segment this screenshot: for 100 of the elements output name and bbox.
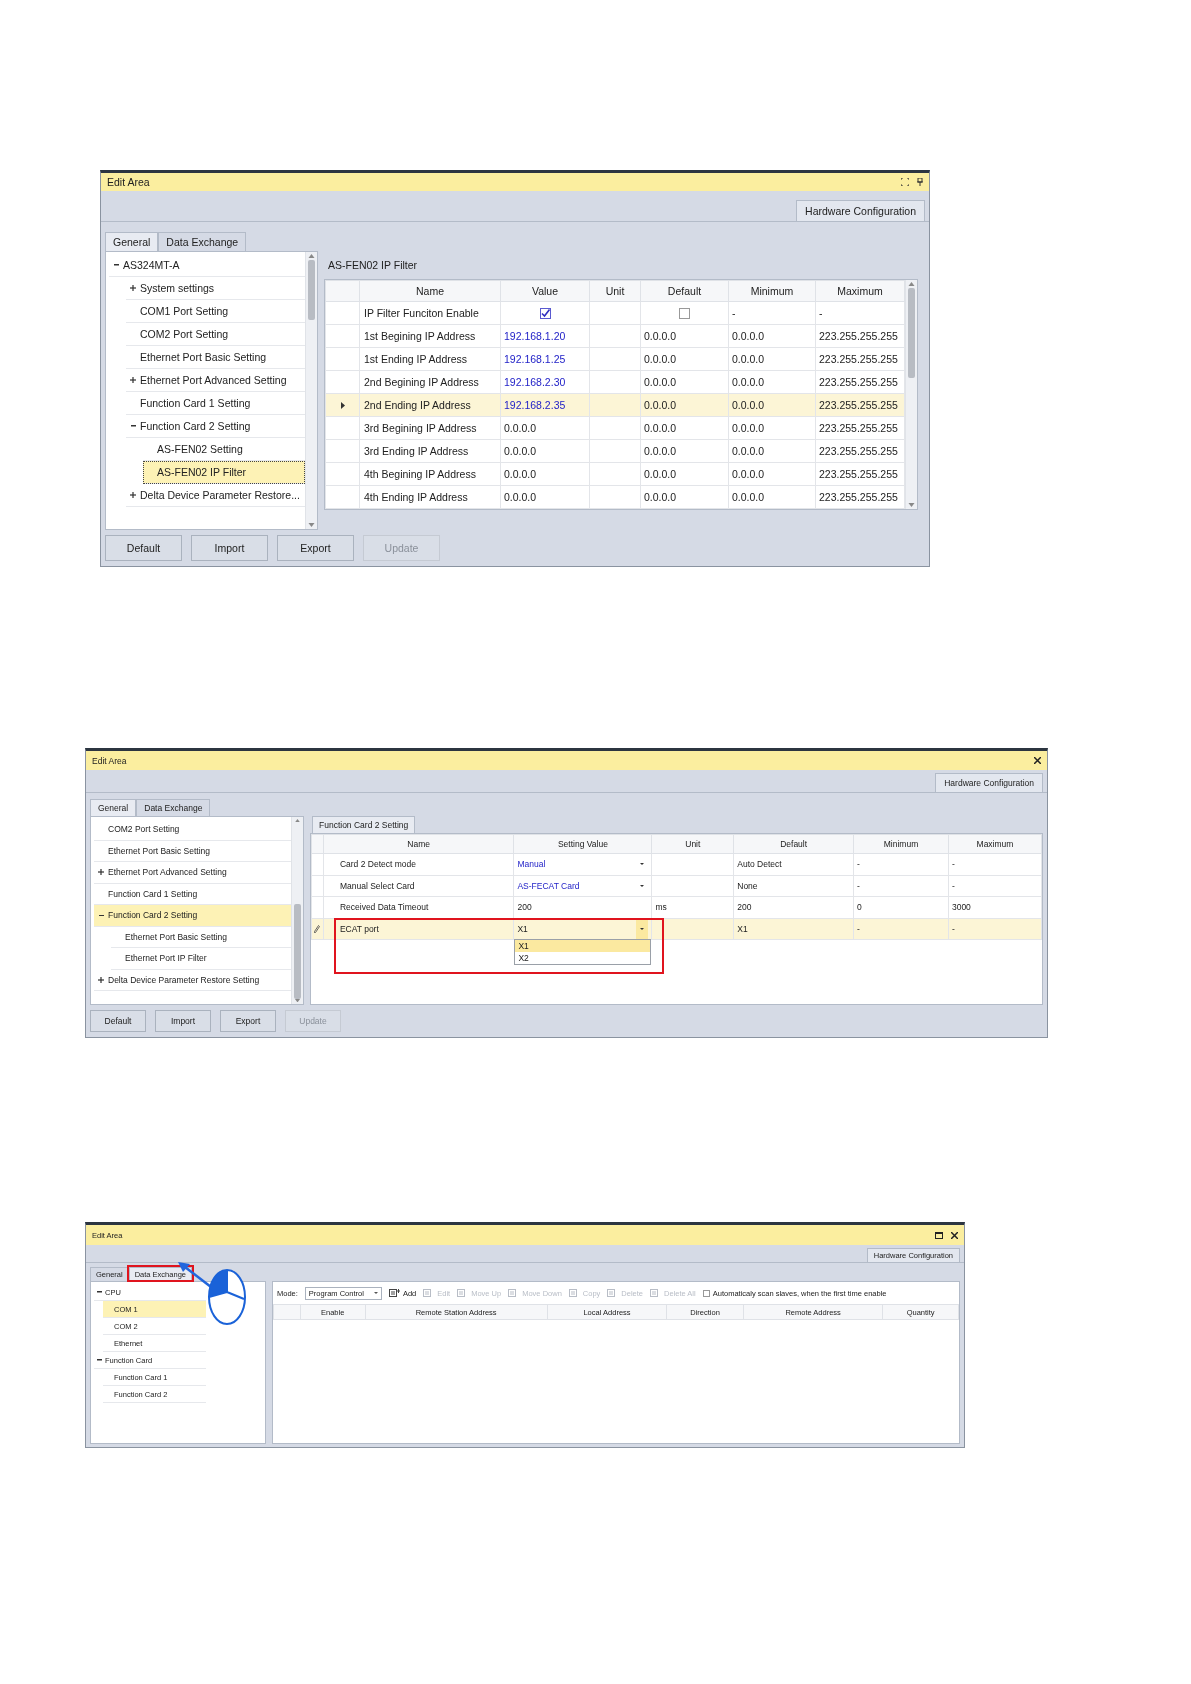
table-cell: 0.0.0.0 xyxy=(640,370,729,394)
column-header: Default xyxy=(640,280,729,302)
dropdown-arrow-icon[interactable] xyxy=(640,884,645,887)
column-header: Value xyxy=(500,280,590,302)
document-tab[interactable]: Hardware Configuration xyxy=(935,773,1043,792)
expand-icon[interactable] xyxy=(130,377,136,383)
table-cell: - xyxy=(948,853,1042,875)
value-cell[interactable]: 0.0.0.0 xyxy=(500,439,590,463)
dropdown-arrow-icon[interactable] xyxy=(640,927,645,930)
table-cell: None xyxy=(733,875,854,897)
expand-icon[interactable] xyxy=(98,976,104,983)
tree-item[interactable]: AS-FEN02 IP Filter xyxy=(143,461,305,484)
tab[interactable]: General xyxy=(90,799,137,816)
scrollbar[interactable] xyxy=(291,817,303,1004)
button[interactable]: Default xyxy=(105,535,182,561)
button[interactable]: Import xyxy=(191,535,268,561)
button[interactable]: Export xyxy=(220,1010,276,1032)
value-cell[interactable]: 192.168.1.20 xyxy=(500,324,590,348)
tree-item[interactable]: Ethernet Port Advanced Setting xyxy=(94,862,291,884)
expand-icon[interactable] xyxy=(98,869,104,876)
window-title: Edit Area xyxy=(107,176,150,188)
panel-tab[interactable]: Function Card 2 Setting xyxy=(312,816,416,833)
up-arrow-icon[interactable] xyxy=(294,819,301,823)
expand-icon[interactable] xyxy=(130,285,136,291)
pin-icon[interactable] xyxy=(917,178,923,186)
column-header: Unit xyxy=(589,280,641,302)
scrollbar-thumb[interactable] xyxy=(908,288,915,378)
dropdown-option[interactable]: X1 xyxy=(515,940,651,952)
table-row[interactable]: 3rd Ending IP Address 0.0.0.0 0.0.0.0 0.0.0.0 223.255.255.255 xyxy=(325,439,905,463)
table-cell: 223.255.255.255 xyxy=(815,485,905,509)
table-row[interactable]: Manual Select Card AS-FECAT Card None - - xyxy=(311,875,1042,897)
table-cell: Auto Detect xyxy=(733,853,854,875)
table-cell: 3rd Ending IP Address xyxy=(359,439,501,463)
document-tab[interactable]: Hardware Configuration xyxy=(796,200,925,221)
maximize-icon[interactable] xyxy=(935,1231,943,1239)
table-row[interactable]: 1st Ending IP Address 192.168.1.25 0.0.0.0 0.0.0.0 223.255.255.255 xyxy=(325,347,905,371)
tree-item[interactable]: Function Card 2 Setting xyxy=(94,905,291,927)
table-cell: - xyxy=(853,853,949,875)
checkbox[interactable] xyxy=(679,307,690,319)
value-cell[interactable]: 0.0.0.0 xyxy=(500,416,590,440)
down-arrow-icon[interactable] xyxy=(294,998,301,1002)
table-cell: 223.255.255.255 xyxy=(815,462,905,486)
value-cell[interactable]: 192.168.1.25 xyxy=(500,347,590,371)
table-cell: 223.255.255.255 xyxy=(815,370,905,394)
dropdown-arrow-icon[interactable] xyxy=(373,1292,378,1294)
expand-icon[interactable] xyxy=(130,492,136,498)
table-row[interactable]: 3rd Begining IP Address 0.0.0.0 0.0.0.0 0.0.0.0 223.255.255.255 xyxy=(325,416,905,440)
table-row[interactable]: 2nd Ending IP Address 192.168.2.35 0.0.0.0 0.0.0.0 223.255.255.255 xyxy=(325,393,905,417)
scrollbar-thumb[interactable] xyxy=(294,904,301,999)
value-cell[interactable]: Manual xyxy=(513,853,652,875)
window-title: Edit Area xyxy=(92,755,127,766)
up-arrow-icon[interactable] xyxy=(908,282,915,286)
float-icon[interactable] xyxy=(901,178,909,186)
up-arrow-icon[interactable] xyxy=(308,254,315,258)
column-header: Minimum xyxy=(728,280,816,302)
tree-item[interactable]: COM2 Port Setting xyxy=(94,819,291,841)
table-cell: 0.0.0.0 xyxy=(640,416,729,440)
dropdown-option[interactable]: X2 xyxy=(515,952,651,964)
table-cell: 223.255.255.255 xyxy=(815,416,905,440)
tab[interactable]: General xyxy=(105,232,159,251)
scrollbar[interactable] xyxy=(905,280,917,509)
table-cell: 1st Ending IP Address xyxy=(359,347,501,371)
column-header: Default xyxy=(733,834,854,854)
value-cell[interactable]: AS-FECAT Card xyxy=(513,875,652,897)
value-cell[interactable]: 0.0.0.0 xyxy=(500,485,590,509)
document-icon xyxy=(568,1289,580,1297)
checkbox[interactable] xyxy=(702,1289,710,1297)
panel-title: AS-FEN02 IP Filter xyxy=(327,258,419,273)
table-row[interactable]: Card 2 Detect mode Manual Auto Detect - - xyxy=(311,853,1042,875)
table-cell: 0.0.0.0 xyxy=(640,462,729,486)
tab[interactable]: Data Exchange xyxy=(136,799,211,816)
checkbox[interactable] xyxy=(539,307,551,319)
table-row[interactable]: 4th Ending IP Address 0.0.0.0 0.0.0.0 0.0.0.0 223.255.255.255 xyxy=(325,485,905,509)
value-cell[interactable]: 192.168.2.30 xyxy=(500,370,590,394)
close-icon[interactable] xyxy=(951,1231,958,1239)
button[interactable]: Export xyxy=(277,535,354,561)
dropdown-arrow-icon[interactable] xyxy=(640,863,645,866)
document-icon xyxy=(650,1289,661,1297)
table-cell: Card 2 Detect mode xyxy=(323,853,514,875)
button[interactable]: Default xyxy=(90,1010,146,1032)
table-cell: 4th Ending IP Address xyxy=(359,485,501,509)
column-header: Maximum xyxy=(948,834,1042,854)
column-header: Maximum xyxy=(815,280,905,302)
table-cell: - xyxy=(728,301,816,325)
down-arrow-icon[interactable] xyxy=(908,503,915,507)
table-cell: 0.0.0.0 xyxy=(640,485,729,509)
tree-item[interactable]: Delta Device Parameter Restore Setting xyxy=(94,969,291,991)
scrollbar[interactable] xyxy=(305,252,317,529)
value-cell[interactable]: 0.0.0.0 xyxy=(500,462,590,486)
button[interactable]: Import xyxy=(155,1010,211,1032)
table-row[interactable]: 1st Begining IP Address 192.168.1.20 0.0.0.0 0.0.0.0 223.255.255.255 xyxy=(325,324,905,348)
close-icon[interactable] xyxy=(1034,757,1041,764)
table-row[interactable]: 4th Begining IP Address 0.0.0.0 0.0.0.0 0.0.0.0 223.255.255.255 xyxy=(325,462,905,486)
tab[interactable]: Data Exchange xyxy=(158,232,247,251)
table-row[interactable]: IP Filter Funciton Enable - - xyxy=(325,301,905,325)
scrollbar-thumb[interactable] xyxy=(308,260,315,320)
table-cell: Received Data Timeout xyxy=(323,896,514,918)
table-row[interactable]: Received Data Timeout 200 ms 200 0 3000 xyxy=(311,896,1042,918)
table-row[interactable]: 2nd Begining IP Address 192.168.2.30 0.0.0.0 0.0.0.0 223.255.255.255 xyxy=(325,370,905,394)
down-arrow-icon[interactable] xyxy=(308,523,315,527)
